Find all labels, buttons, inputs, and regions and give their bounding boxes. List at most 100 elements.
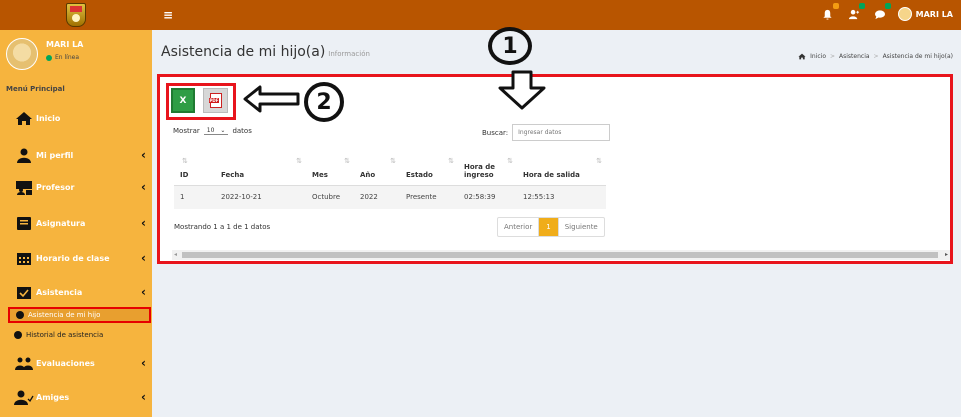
breadcrumb-inicio[interactable]: Inicio [810,53,826,60]
step-2-marker: 2 [304,82,344,122]
column-header-mes[interactable]: Mes ⇅ [306,152,354,186]
column-header-id[interactable]: ID ⇅ [174,152,215,186]
user-check-icon [14,389,34,405]
sidebar-item-profesor[interactable]: Profesor ‹ [0,178,152,196]
school-crest-icon [66,3,86,27]
sort-icon: ⇅ [507,157,513,165]
header-label: ID [180,170,189,179]
header-label: Hora de salida [523,170,580,179]
entries-label: datos [232,127,252,135]
sidebar-item-evaluaciones[interactable]: Evaluaciones ‹ [0,354,152,372]
page-subtitle: Información [328,50,370,58]
sort-icon: ⇅ [596,157,602,165]
user-menu-name: MARI LA [915,9,953,19]
app-logo[interactable] [0,0,152,30]
status-label: En línea [55,54,80,61]
chevron-down-icon: ⌄ [220,127,226,134]
user-panel: MARI LA En línea [6,38,83,70]
export-pdf-button[interactable] [203,88,228,113]
sidebar-user-name: MARI LA [46,40,84,49]
cell-hora-salida: 12:55:13 [517,184,606,209]
notification-badge [832,3,839,9]
breadcrumb-asistencia[interactable]: Asistencia [839,53,870,60]
arrow-left-icon [243,85,300,113]
page-size-select[interactable]: 10 ⌄ [203,127,229,135]
pagination-page-1[interactable]: 1 [539,218,559,236]
sidebar-subitem-asistencia-hijo[interactable]: Asistencia de mi hijo [8,307,151,323]
sort-icon: ⇅ [448,157,454,165]
calendar-icon [14,250,34,266]
chevron-left-icon: ‹ [141,285,146,299]
page-title: Asistencia de mi hijo(a) Información [161,44,370,60]
sidebar-item-label: Profesor [36,182,75,192]
circle-icon [16,311,24,319]
cell-fecha: 2022-10-21 [215,184,306,209]
user-menu[interactable]: MARI LA [897,7,953,21]
pagination-prev-button[interactable]: Anterior [498,218,540,236]
sidebar-item-label: Horario de clase [36,253,110,263]
header-label: Fecha [221,170,245,179]
column-header-hora-ingreso[interactable]: Hora de ingreso ⇅ [458,152,517,186]
header-label: Año [360,170,376,179]
avatar [6,38,38,70]
show-label: Mostrar [173,127,200,135]
sidebar-item-inicio[interactable]: Inicio [0,109,152,127]
message-badge [884,3,891,9]
column-header-ano[interactable]: Año ⇅ [354,152,400,186]
step-1-marker: 1 [488,27,532,65]
scrollbar-thumb[interactable] [182,252,938,258]
search-control: Buscar: [482,124,611,141]
messages-chat-icon[interactable] [872,3,891,22]
sidebar: MARI LA En línea Menú Principal Inicio M… [0,30,152,417]
chevron-left-icon: ‹ [141,148,146,162]
breadcrumb-separator: > [873,53,879,60]
horizontal-scrollbar[interactable]: ◂ ▸ [172,250,950,260]
sort-icon: ⇅ [390,157,396,165]
sidebar-item-label: Evaluaciones [36,358,95,368]
friend-badge [858,3,865,9]
sidebar-item-label: Inicio [36,113,61,123]
breadcrumb: Inicio > Asistencia > Asistencia de mi h… [798,53,953,60]
sidebar-item-mi-perfil[interactable]: Mi perfil ‹ [0,146,152,164]
sidebar-item-label: Amiges [36,392,70,402]
online-status: En línea [46,54,83,61]
pdf-icon [208,93,222,108]
chevron-left-icon: ‹ [141,390,146,404]
sidebar-item-horario[interactable]: Horario de clase ‹ [0,249,152,267]
page-title-text: Asistencia de mi hijo(a) [161,44,326,60]
sidebar-subitem-label: Asistencia de mi hijo [28,311,101,319]
pagination: Anterior 1 Siguiente [497,217,605,237]
column-header-hora-salida[interactable]: Hora de salida ⇅ [517,152,606,186]
excel-icon: X [179,95,187,106]
scroll-left-icon[interactable]: ◂ [174,251,177,258]
sort-icon: ⇅ [296,157,302,165]
attendance-table: ID ⇅ Fecha ⇅ Mes ⇅ Año ⇅ Estado ⇅ Hora de ing… [174,152,606,209]
header-label: Mes [312,170,328,179]
sidebar-item-label: Mi perfil [36,150,74,160]
scroll-right-icon[interactable]: ▸ [945,251,948,258]
home-icon [14,110,34,126]
top-navbar: ≡ MARI LA [152,0,961,30]
chevron-left-icon: ‹ [141,251,146,265]
menu-toggle-button[interactable]: ≡ [163,8,173,22]
cell-id: 1 [174,184,215,209]
sidebar-item-asignatura[interactable]: Asignatura ‹ [0,214,152,232]
search-label: Buscar: [482,128,509,137]
sidebar-subitem-historial[interactable]: Historial de asistencia [8,327,151,343]
group-icon [14,355,34,371]
friend-requests-icon[interactable] [846,3,865,22]
search-input[interactable] [512,124,611,141]
sidebar-item-asistencia[interactable]: Asistencia ‹ [0,283,152,301]
book-icon [14,215,34,231]
sidebar-item-label: Asistencia [36,287,83,297]
column-header-fecha[interactable]: Fecha ⇅ [215,152,306,186]
export-excel-button[interactable]: X [171,88,195,113]
sidebar-item-amiges[interactable]: Amiges ‹ [0,388,152,406]
sort-icon: ⇅ [344,157,350,165]
pagination-next-button[interactable]: Siguiente [559,218,604,236]
notifications-bell-icon[interactable] [820,3,839,22]
chevron-left-icon: ‹ [141,356,146,370]
cell-hora-ingreso: 02:58:39 [458,184,517,209]
calendar-check-icon [14,284,34,300]
column-header-estado[interactable]: Estado ⇅ [400,152,458,186]
